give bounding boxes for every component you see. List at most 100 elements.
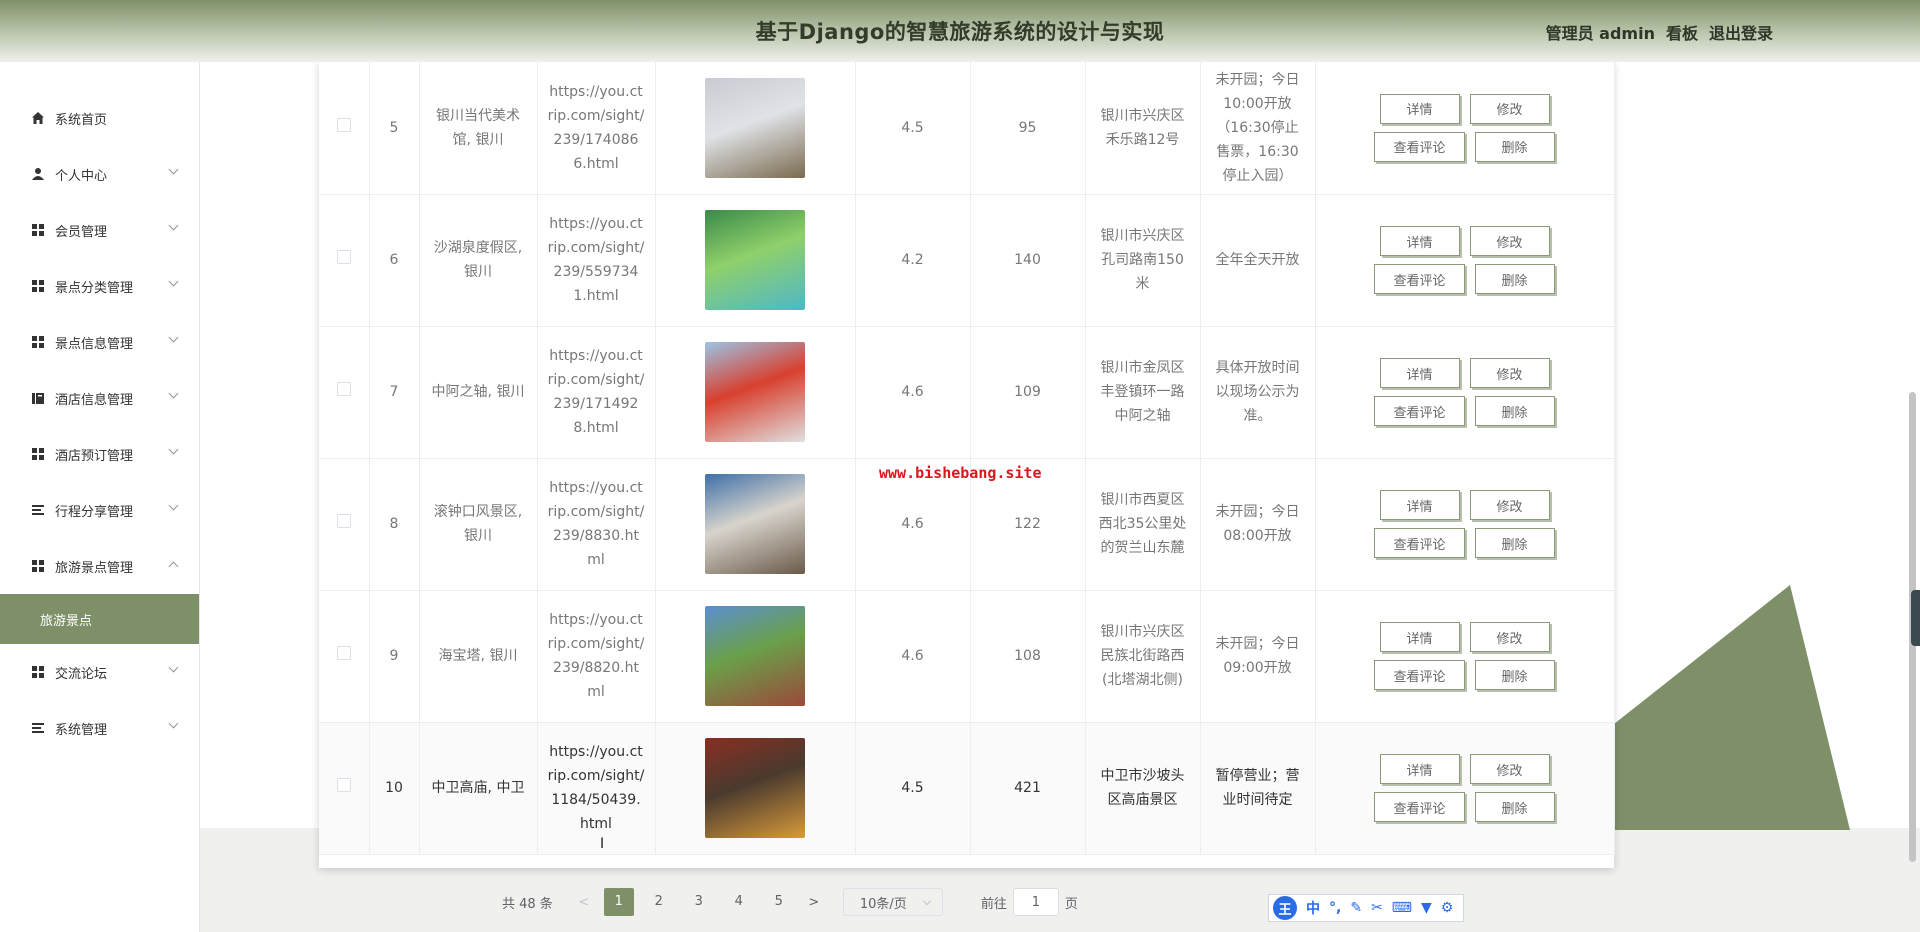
ime-punctuation[interactable]: °, — [1329, 900, 1341, 916]
select-cell — [319, 458, 370, 591]
index-cell: 7 — [369, 326, 420, 459]
chevron-down-icon — [168, 500, 179, 511]
operations-cell: 详情 修改 查看评论 删除 — [1315, 326, 1615, 459]
url-cell: https://you.ctrip.com/sight/1184/50439.h… — [537, 722, 656, 855]
keyboard-icon[interactable]: ⌨ — [1392, 900, 1412, 916]
text-cursor-icon: I — [600, 836, 605, 852]
page-jumper: 前往 页 — [981, 888, 1078, 916]
skin-icon[interactable]: ▼ — [1421, 900, 1432, 916]
view-comments-button[interactable]: 查看评论 — [1374, 264, 1465, 294]
row-checkbox[interactable] — [336, 778, 351, 792]
delete-button[interactable]: 删除 — [1474, 264, 1555, 294]
sidebar-item-system-management[interactable]: 系统管理 — [0, 700, 199, 756]
sidebar-item-label: 行程分享管理 — [55, 504, 134, 520]
edit-button[interactable]: 修改 — [1469, 358, 1550, 388]
logout-link[interactable]: 退出登录 — [1709, 20, 1773, 44]
detail-button[interactable]: 详情 — [1379, 490, 1460, 520]
settings-icon[interactable]: ⚙ — [1441, 900, 1454, 916]
detail-button[interactable]: 详情 — [1379, 754, 1460, 784]
admin-label: 管理员 admin — [1545, 24, 1655, 43]
sidebar-item-trip-sharing[interactable]: 行程分享管理 — [0, 482, 199, 538]
hours-cell: 未开园；今日08:00开放 — [1200, 458, 1316, 591]
grid-icon — [30, 278, 46, 294]
operations-cell: 详情 修改 查看评论 删除 — [1315, 458, 1615, 591]
row-checkbox[interactable] — [336, 514, 351, 528]
next-page-button[interactable]: > — [799, 895, 829, 910]
sidebar-item-forum[interactable]: 交流论坛 — [0, 644, 199, 700]
sidebar-item-personal-center[interactable]: 个人中心 — [0, 146, 199, 202]
sidebar-subitem-attractions[interactable]: 旅游景点 — [0, 594, 199, 644]
view-comments-button[interactable]: 查看评论 — [1374, 131, 1465, 162]
view-comments-button[interactable]: 查看评论 — [1374, 396, 1465, 426]
sidebar-item-label: 个人中心 — [55, 168, 108, 184]
sidebar-item-hotel-booking[interactable]: 酒店预订管理 — [0, 426, 199, 482]
pen-icon[interactable]: ✎ — [1350, 900, 1362, 916]
prev-page-button[interactable]: < — [569, 895, 599, 910]
url-cell: https://you.ctrip.com/sight/239/8830.htm… — [537, 458, 656, 591]
image-cell — [655, 458, 856, 591]
detail-button[interactable]: 详情 — [1379, 358, 1460, 388]
edit-button[interactable]: 修改 — [1469, 754, 1550, 784]
chevron-down-icon — [168, 388, 179, 399]
delete-button[interactable]: 删除 — [1474, 660, 1555, 690]
name-cell: 滚钟口风景区, 银川 — [419, 458, 538, 591]
delete-button[interactable]: 删除 — [1474, 792, 1555, 822]
delete-button[interactable]: 删除 — [1474, 528, 1555, 558]
edit-button[interactable]: 修改 — [1469, 622, 1550, 652]
page-2-button[interactable]: 2 — [644, 888, 674, 916]
url-cell: https://you.ctrip.com/sight/239/8820.htm… — [537, 590, 656, 723]
chevron-down-icon — [168, 276, 179, 287]
hours-cell: 未开园；今日10:00开放（16:30停止售票，16:30停止入园） — [1200, 62, 1316, 195]
sidebar-item-tourist-attractions[interactable]: 旅游景点管理 — [0, 538, 199, 594]
row-checkbox[interactable] — [336, 382, 351, 396]
detail-button[interactable]: 详情 — [1379, 226, 1460, 256]
page-3-button[interactable]: 3 — [684, 888, 714, 916]
edit-button[interactable]: 修改 — [1469, 490, 1550, 520]
delete-button[interactable]: 删除 — [1474, 396, 1555, 426]
scissors-icon[interactable]: ✂ — [1371, 900, 1383, 916]
row-checkbox[interactable] — [336, 250, 351, 264]
sidebar-item-attraction-category[interactable]: 景点分类管理 — [0, 258, 199, 314]
sidebar-item-attraction-info[interactable]: 景点信息管理 — [0, 314, 199, 370]
chevron-down-icon — [168, 662, 179, 673]
sidebar-item-label: 景点信息管理 — [55, 336, 134, 352]
page-size-select[interactable]: 10条/页 — [842, 888, 943, 916]
index-cell: 10 — [369, 722, 420, 855]
hours-cell: 具体开放时间以现场公示为准。 — [1200, 326, 1316, 459]
sidebar-item-home[interactable]: 系统首页 — [0, 90, 199, 146]
sidebar-item-hotel-info[interactable]: 酒店信息管理 — [0, 370, 199, 426]
page-1-button[interactable]: 1 — [603, 888, 634, 916]
operations-cell: 详情 修改 查看评论 删除 — [1315, 194, 1615, 327]
page-5-button[interactable]: 5 — [764, 888, 794, 916]
image-cell — [655, 62, 856, 195]
delete-button[interactable]: 删除 — [1474, 131, 1555, 162]
row-checkbox[interactable] — [336, 117, 351, 132]
sidebar-item-label: 会员管理 — [55, 224, 108, 240]
address-cell: 银川市兴庆区禾乐路12号 — [1085, 62, 1201, 195]
dashboard-link[interactable]: 看板 — [1666, 20, 1698, 44]
detail-button[interactable]: 详情 — [1379, 622, 1460, 652]
sidebar-item-label: 景点分类管理 — [55, 280, 134, 296]
sidebar-item-member-management[interactable]: 会员管理 — [0, 202, 199, 258]
view-comments-button[interactable]: 查看评论 — [1374, 792, 1465, 822]
top-header: 基于Django的智慧旅游系统的设计与实现 管理员 admin 看板 退出登录 — [0, 0, 1920, 62]
address-cell: 银川市金凤区丰登镇环一路中阿之轴 — [1085, 326, 1201, 459]
name-cell: 海宝塔, 银川 — [419, 590, 538, 723]
name-cell: 银川当代美术馆, 银川 — [419, 62, 538, 195]
edit-button[interactable]: 修改 — [1469, 226, 1550, 256]
side-float-handle[interactable] — [1911, 590, 1920, 646]
url-cell: https://you.ctrip.com/sight/239/5597341.… — [537, 194, 656, 327]
goto-page-input[interactable] — [1012, 888, 1059, 916]
grid-icon — [30, 558, 46, 574]
ime-chinese-mode[interactable]: 中 — [1306, 898, 1320, 918]
row-checkbox[interactable] — [336, 646, 351, 660]
detail-button[interactable]: 详情 — [1379, 93, 1460, 124]
attraction-image — [705, 738, 805, 838]
view-comments-button[interactable]: 查看评论 — [1374, 660, 1465, 690]
ime-logo[interactable]: 王 — [1273, 896, 1297, 920]
edit-button[interactable]: 修改 — [1469, 93, 1550, 124]
view-comments-button[interactable]: 查看评论 — [1374, 528, 1465, 558]
hours-cell: 暂停营业；营业时间待定 — [1200, 722, 1316, 855]
rating-cell: 4.2 — [855, 194, 971, 327]
page-4-button[interactable]: 4 — [724, 888, 754, 916]
